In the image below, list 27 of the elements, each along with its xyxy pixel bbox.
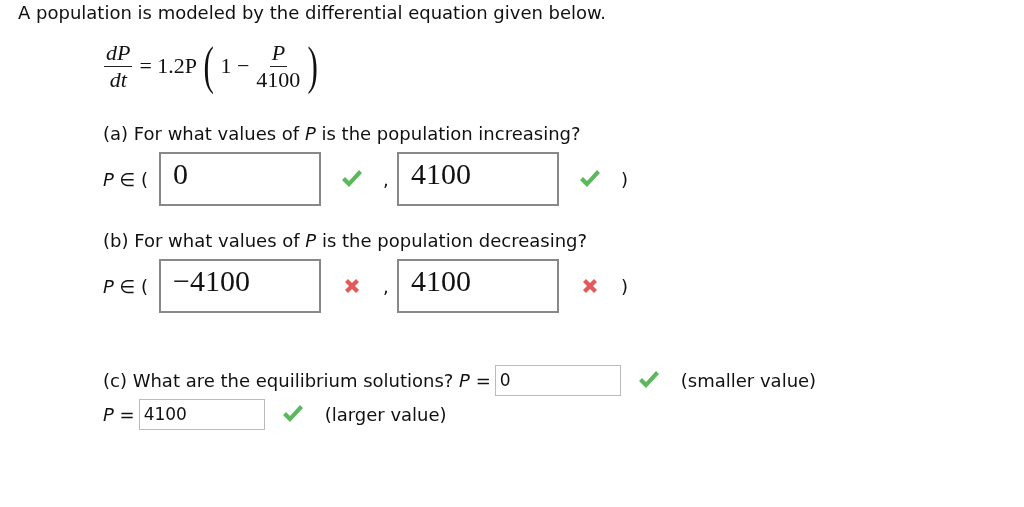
- question-text: (b) For what values of P is the population decreasing?: [103, 230, 589, 251]
- question-text: (c) What are the equilibrium solutions? P =: [103, 369, 491, 391]
- question-text: (a) For what values of P is the population increasing?: [103, 123, 582, 144]
- answer-field[interactable]: 4100: [397, 152, 559, 206]
- interval-separator: ,: [383, 275, 390, 297]
- answer-field[interactable]: 4100: [397, 259, 559, 313]
- equation-term: = 1.2P: [139, 53, 198, 79]
- derivative-numerator: dP: [104, 40, 133, 67]
- answer-field[interactable]: 0: [494, 364, 621, 396]
- fraction-denominator: 4100: [256, 66, 301, 92]
- hint-text: (smaller value): [680, 369, 817, 391]
- derivative-denominator: dt: [109, 66, 127, 92]
- interval-prefix: P ∈ (: [103, 275, 149, 297]
- hint-text: (larger value): [324, 403, 447, 425]
- fraction-numerator: P: [269, 40, 288, 67]
- answer-field[interactable]: −4100: [159, 259, 321, 313]
- equation-term: 1 −: [220, 53, 250, 79]
- interval-suffix: ): [621, 168, 629, 190]
- interval-suffix: ): [621, 275, 629, 297]
- interval-separator: ,: [383, 168, 390, 190]
- answer-field[interactable]: 4100: [138, 398, 265, 430]
- question-text: P =: [103, 403, 135, 425]
- close-parenthesis: ): [307, 40, 319, 92]
- open-parenthesis: (: [203, 40, 214, 92]
- answer-field[interactable]: 0: [159, 152, 321, 206]
- interval-prefix: P ∈ (: [103, 168, 149, 190]
- intro-text: A population is modeled by the differential equation given below.: [18, 2, 607, 23]
